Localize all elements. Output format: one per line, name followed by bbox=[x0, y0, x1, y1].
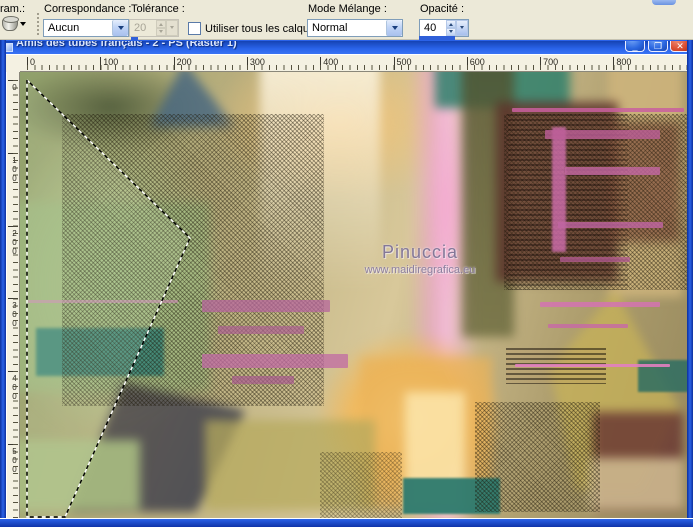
spin-up-icon[interactable] bbox=[156, 20, 166, 28]
all-layers-label: Utiliser tous les calques bbox=[205, 23, 321, 35]
v-ruler-label: 200 bbox=[10, 229, 18, 256]
spin-up-icon[interactable] bbox=[446, 20, 456, 28]
minimize-button[interactable]: _ bbox=[625, 41, 645, 52]
param-label-fragment: ram.: bbox=[0, 3, 25, 15]
h-ruler-label: 200 bbox=[177, 57, 192, 67]
v-ruler-label: 0 bbox=[10, 83, 18, 92]
preset-dropdown-arrow-icon[interactable] bbox=[20, 22, 26, 29]
spin-down-icon[interactable] bbox=[156, 28, 166, 36]
v-major-tick bbox=[8, 444, 18, 445]
toolbar-separator bbox=[37, 13, 39, 35]
restore-button[interactable]: ❐ bbox=[648, 41, 668, 52]
blend-mode-value: Normal bbox=[308, 22, 386, 34]
correspondance-value: Aucun bbox=[44, 22, 112, 34]
opacity-spinner[interactable]: 40 bbox=[419, 19, 469, 37]
h-major-tick bbox=[540, 57, 541, 70]
tolerance-label: Tolérance : bbox=[131, 3, 185, 15]
h-ruler-label: 600 bbox=[470, 57, 485, 67]
spin-down-icon[interactable] bbox=[446, 28, 456, 36]
v-major-tick bbox=[8, 80, 18, 81]
window-frame-bottom bbox=[0, 518, 693, 527]
v-major-tick bbox=[8, 371, 18, 372]
ruler-corner bbox=[6, 54, 20, 72]
h-major-tick bbox=[320, 57, 321, 70]
v-major-tick bbox=[8, 298, 18, 299]
h-major-tick bbox=[467, 57, 468, 70]
tolerance-spinner[interactable]: 20 bbox=[129, 19, 179, 37]
opacity-value: 40 bbox=[420, 20, 446, 36]
h-ruler-label: 100 bbox=[103, 57, 118, 67]
image-window: Amis des tubes français - 2 - PS (Raster… bbox=[0, 40, 693, 527]
v-ruler-label: 500 bbox=[10, 447, 18, 474]
window-frame-left bbox=[0, 40, 6, 527]
chevron-down-icon[interactable] bbox=[166, 20, 178, 36]
window-frame-right bbox=[687, 40, 693, 527]
chevron-down-icon[interactable] bbox=[456, 20, 468, 36]
vertical-ruler: 0 100 200 300 400 500 bbox=[6, 72, 20, 518]
h-ruler-label: 0 bbox=[30, 57, 35, 67]
h-ruler-label: 500 bbox=[397, 57, 412, 67]
tool-options-toolbar: ram.: Correspondance : Aucun Tolérance :… bbox=[0, 0, 693, 40]
v-major-tick bbox=[8, 226, 18, 227]
all-layers-checkbox[interactable] bbox=[188, 22, 201, 35]
chevron-down-icon[interactable] bbox=[112, 20, 128, 36]
blend-mode-label: Mode Mélange : bbox=[308, 3, 387, 15]
h-ruler-label: 300 bbox=[250, 57, 265, 67]
h-major-tick bbox=[100, 57, 101, 70]
selection-marquee bbox=[20, 72, 689, 518]
window-title: Amis des tubes français - 2 - PS (Raster… bbox=[16, 41, 237, 49]
correspondance-combobox[interactable]: Aucun bbox=[43, 19, 129, 37]
v-major-tick bbox=[8, 153, 18, 154]
h-ruler-label: 800 bbox=[616, 57, 631, 67]
horizontal-ruler: 0 100 200 300 400 500 600 700 800 bbox=[20, 54, 689, 72]
preset-tool-icon[interactable] bbox=[2, 17, 18, 31]
v-ruler-label: 300 bbox=[10, 301, 18, 328]
correspondance-label: Correspondance : bbox=[44, 3, 131, 15]
h-ruler-label: 700 bbox=[543, 57, 558, 67]
v-ruler-label: 100 bbox=[10, 156, 18, 183]
tolerance-value: 20 bbox=[130, 20, 156, 36]
h-major-tick bbox=[394, 57, 395, 70]
window-titlebar[interactable]: Amis des tubes français - 2 - PS (Raster… bbox=[0, 41, 693, 54]
h-major-tick bbox=[613, 57, 614, 70]
h-major-tick bbox=[174, 57, 175, 70]
h-major-tick bbox=[247, 57, 248, 70]
v-ruler-label: 400 bbox=[10, 374, 18, 401]
chevron-down-icon[interactable] bbox=[386, 20, 402, 36]
image-canvas[interactable]: Pinuccia www.maidiregrafica.eu bbox=[20, 72, 689, 518]
blend-mode-combobox[interactable]: Normal bbox=[307, 19, 403, 37]
h-ruler-label: 400 bbox=[323, 57, 338, 67]
opacity-label: Opacité : bbox=[420, 3, 464, 15]
h-major-tick bbox=[27, 57, 28, 70]
clipped-ui-fragment bbox=[652, 0, 676, 5]
